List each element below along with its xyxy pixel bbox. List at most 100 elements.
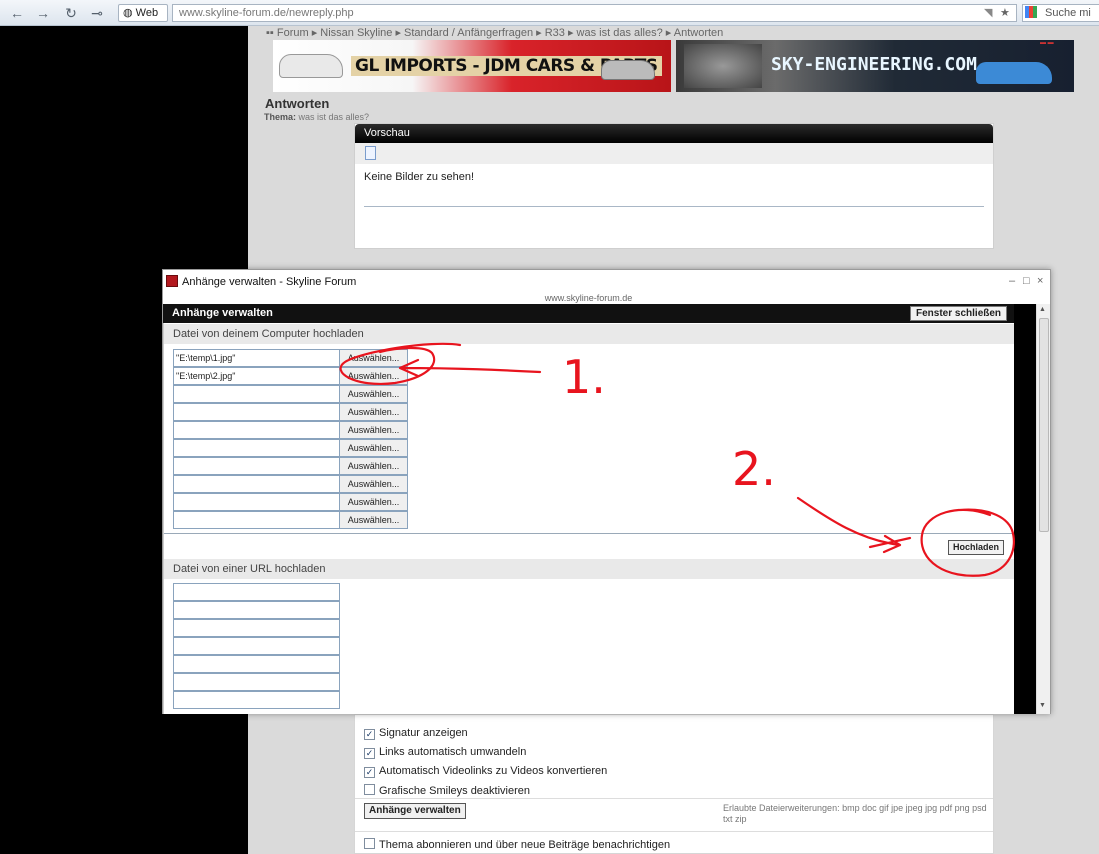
search-placeholder: Suche mi xyxy=(1045,7,1091,19)
option-video-links[interactable]: ✓ Automatisch Videolinks zu Videos konver… xyxy=(364,765,607,778)
page-title: Antworten xyxy=(265,96,330,111)
url-domain: www.skyline-forum.de xyxy=(179,7,286,19)
option-signature[interactable]: ✓ Signatur anzeigen xyxy=(364,727,468,740)
browser-toolbar: ← → ↻ ⊸ ◍ Web www.skyline-forum.de/newre… xyxy=(0,0,1099,26)
file-path-field[interactable] xyxy=(173,439,340,457)
thread-label: Thema: was ist das alles? xyxy=(264,112,369,122)
close-icon[interactable]: × xyxy=(1037,275,1043,287)
divider xyxy=(355,798,993,799)
annotation-step-1: 1. xyxy=(562,350,606,404)
divider xyxy=(164,533,1014,534)
checkbox-checked[interactable]: ✓ xyxy=(364,767,375,778)
divider xyxy=(355,831,993,832)
engine-image xyxy=(684,44,762,88)
checkbox-unchecked[interactable] xyxy=(364,838,375,849)
choose-file-button[interactable]: Auswählen... xyxy=(340,421,408,439)
checkbox-checked[interactable]: ✓ xyxy=(364,729,375,740)
annotation-step-2: 2. xyxy=(732,442,776,496)
banner-sky-engineering[interactable]: SKY-ENGINEERING.COM xyxy=(676,40,1074,92)
upload-button[interactable]: Hochladen xyxy=(948,540,1005,555)
document-icon[interactable] xyxy=(365,146,376,160)
popup-titlebar[interactable]: Anhänge verwalten - Skyline Forum – □ × xyxy=(163,270,1050,292)
popup-side-strip xyxy=(1014,304,1036,714)
option-disable-smileys[interactable]: Grafische Smileys deaktivieren xyxy=(364,784,530,797)
popup-title: Anhänge verwalten - Skyline Forum xyxy=(182,276,357,288)
minimize-icon[interactable]: – xyxy=(1009,275,1015,287)
star-icon[interactable]: ★ xyxy=(1000,6,1010,19)
choose-file-button[interactable]: Auswählen... xyxy=(340,493,408,511)
preview-text: Keine Bilder zu sehen! xyxy=(364,171,475,183)
back-icon[interactable]: ← xyxy=(8,5,26,21)
banner-right-text: SKY-ENGINEERING.COM xyxy=(771,54,977,75)
choose-file-button[interactable]: Auswählen... xyxy=(340,439,408,457)
google-icon[interactable] xyxy=(1025,6,1037,18)
breadcrumb[interactable]: ▪▪ Forum ▸ Nissan Skyline ▸ Standard / A… xyxy=(266,26,723,39)
url-field[interactable] xyxy=(173,601,340,619)
preview-panel: Vorschau Keine Bilder zu sehen! xyxy=(354,123,994,249)
scroll-down-icon[interactable]: ▼ xyxy=(1039,702,1046,709)
url-section-heading: Datei von einer URL hochladen xyxy=(164,559,1014,579)
file-path-field[interactable] xyxy=(173,385,340,403)
choose-file-button[interactable]: Auswählen... xyxy=(340,367,408,385)
choose-file-button[interactable]: Auswählen... xyxy=(340,385,408,403)
file-path-field[interactable] xyxy=(173,511,340,529)
close-window-button[interactable]: Fenster schließen xyxy=(910,306,1008,321)
thread-label-prefix: Thema: xyxy=(264,112,297,122)
preview-toolbar xyxy=(355,143,993,164)
car-image xyxy=(279,54,343,78)
option-label: Signatur anzeigen xyxy=(379,727,468,739)
option-label: Automatisch Videolinks zu Videos konvert… xyxy=(379,765,608,777)
file-path-field[interactable] xyxy=(173,475,340,493)
choose-file-button[interactable]: Auswählen... xyxy=(340,403,408,421)
choose-file-button[interactable]: Auswählen... xyxy=(340,511,408,529)
url-field[interactable] xyxy=(173,691,340,709)
popup-scrollbar[interactable]: ▲ ▼ xyxy=(1036,304,1050,714)
popup-heading: Anhänge verwalten xyxy=(172,307,273,319)
globe-icon: ◍ xyxy=(123,7,136,19)
forum-favicon-icon xyxy=(166,275,178,287)
upload-section-heading: Datei von deinem Computer hochladen xyxy=(164,324,1014,344)
checkbox-checked[interactable]: ✓ xyxy=(364,748,375,759)
preview-heading: Vorschau xyxy=(355,124,993,143)
car-image xyxy=(601,60,655,80)
scroll-thumb[interactable] xyxy=(1039,318,1049,532)
post-options: ✓ Signatur anzeigen ✓ Links automatisch um… xyxy=(354,714,994,854)
url-path: /newreply.php xyxy=(285,7,354,19)
popup-header: Anhänge verwalten Fenster schließen xyxy=(163,304,1014,323)
file-path-field[interactable] xyxy=(173,493,340,511)
file-path-field[interactable] xyxy=(173,421,340,439)
choose-file-button[interactable]: Auswählen... xyxy=(340,475,408,493)
forward-icon[interactable]: → xyxy=(34,5,52,21)
file-path-field[interactable] xyxy=(173,457,340,475)
car-image xyxy=(976,62,1052,84)
option-auto-links[interactable]: ✓ Links automatisch umwandeln xyxy=(364,746,526,759)
file-path-field[interactable]: "E:\temp\2.jpg" xyxy=(173,367,340,385)
web-chip-label: Web xyxy=(135,7,159,19)
manage-attachments-button[interactable]: Anhänge verwalten xyxy=(364,803,466,819)
option-label: Thema abonnieren und über neue Beiträge … xyxy=(379,839,671,851)
attachments-popup-window: Anhänge verwalten - Skyline Forum – □ × … xyxy=(162,269,1051,714)
option-subscribe[interactable]: Thema abonnieren und über neue Beiträge … xyxy=(364,838,670,851)
choose-file-button[interactable]: Auswählen... xyxy=(340,349,408,367)
reload-icon[interactable]: ↻ xyxy=(62,5,80,21)
address-bar[interactable]: www.skyline-forum.de/newreply.php xyxy=(172,4,1017,22)
option-label: Grafische Smileys deaktivieren xyxy=(379,785,531,797)
url-field[interactable] xyxy=(173,583,340,601)
url-field[interactable] xyxy=(173,655,340,673)
allowed-extensions: Erlaubte Dateierweiterungen: bmp doc gif… xyxy=(723,803,987,824)
checkbox-unchecked[interactable] xyxy=(364,784,375,795)
url-field[interactable] xyxy=(173,637,340,655)
file-path-field[interactable]: "E:\temp\1.jpg" xyxy=(173,349,340,367)
maximize-icon[interactable]: □ xyxy=(1023,275,1030,287)
divider xyxy=(364,206,984,207)
scroll-up-icon[interactable]: ▲ xyxy=(1039,306,1046,313)
url-field[interactable] xyxy=(173,619,340,637)
rss-icon[interactable]: ◥ xyxy=(984,6,992,19)
web-chip[interactable]: ◍ Web xyxy=(118,4,168,22)
key-icon[interactable]: ⊸ xyxy=(88,5,106,21)
url-field[interactable] xyxy=(173,673,340,691)
language-flags-icon[interactable]: ▬ ▬ xyxy=(1040,40,1054,46)
file-path-field[interactable] xyxy=(173,403,340,421)
banner-gl-imports[interactable]: GL IMPORTS - JDM CARS & PARTS xyxy=(273,40,671,92)
choose-file-button[interactable]: Auswählen... xyxy=(340,457,408,475)
